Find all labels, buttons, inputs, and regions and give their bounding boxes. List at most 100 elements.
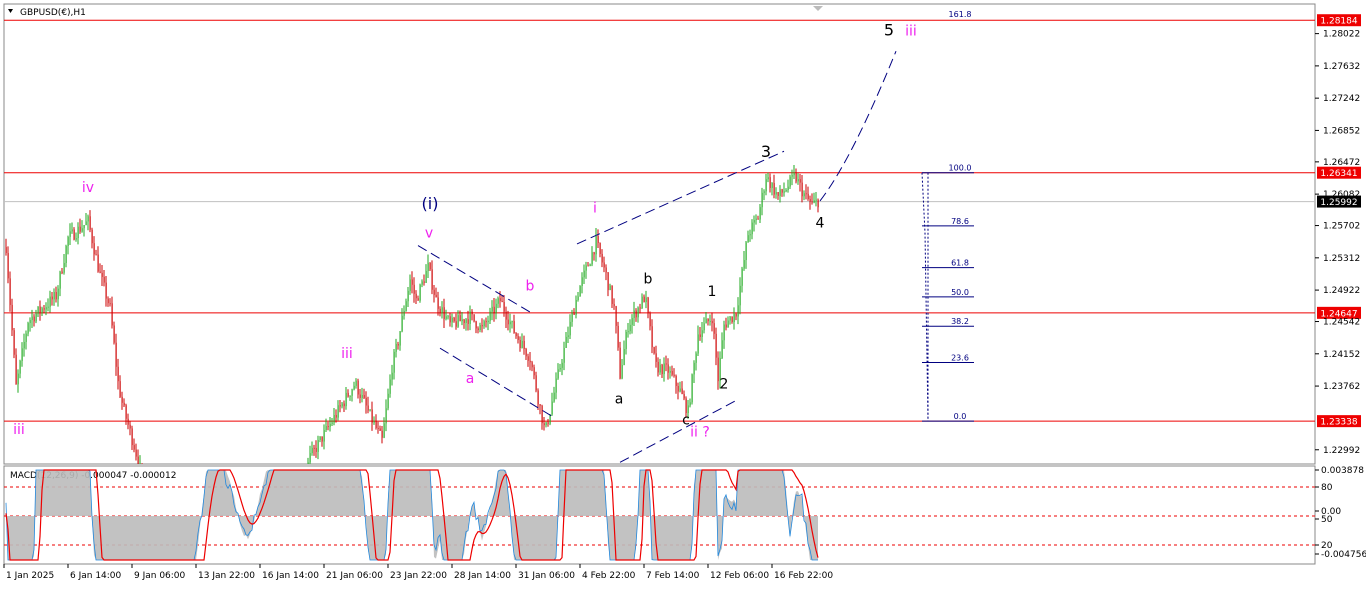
- time-axis-label: 16 Feb 22:00: [774, 571, 833, 581]
- chart-window[interactable]: GBPUSD(€),H1 MACD(12,26,9) -0.000047 -0.…: [0, 0, 1366, 588]
- candle-body: [791, 175, 793, 177]
- candle-body: [325, 426, 327, 431]
- candle-body: [815, 199, 817, 201]
- candle-body: [755, 218, 757, 221]
- candle-body: [509, 321, 511, 325]
- candle-body: [553, 392, 555, 402]
- candle-body: [697, 334, 699, 354]
- candle-body: [519, 339, 521, 349]
- macd-axis-label: 50: [1321, 515, 1333, 525]
- candle-body: [23, 341, 25, 349]
- candle-body: [357, 380, 359, 395]
- price-axis-label: 1.24542: [1323, 318, 1360, 328]
- candle-body: [709, 321, 711, 323]
- candle-body: [365, 397, 367, 406]
- candle-body: [27, 323, 29, 334]
- fib-level-label: 23.6: [951, 354, 969, 363]
- candle-body: [691, 374, 693, 403]
- wave-label: v: [425, 225, 433, 241]
- candle-body: [51, 296, 53, 300]
- candle-body: [333, 414, 335, 423]
- candle-body: [715, 333, 717, 358]
- candle-body: [401, 315, 403, 332]
- candle-body: [453, 317, 455, 322]
- candle-body: [125, 405, 127, 419]
- candle-body: [809, 199, 811, 202]
- candle-body: [39, 306, 41, 313]
- time-axis-label: 4 Feb 22:00: [582, 571, 636, 581]
- candle-body: [787, 186, 789, 191]
- candle-body: [485, 321, 487, 323]
- candle-body: [615, 306, 617, 326]
- candle-body: [801, 182, 803, 197]
- candle-body: [585, 265, 587, 271]
- candle-body: [415, 293, 417, 299]
- candle-body: [633, 310, 635, 318]
- candle-body: [331, 422, 333, 424]
- candle-body: [735, 313, 737, 317]
- candle-body: [517, 336, 519, 340]
- candle-body: [591, 252, 593, 265]
- candle-body: [317, 439, 319, 452]
- candle-body: [121, 396, 123, 403]
- candle-body: [77, 226, 79, 239]
- candle-body: [675, 375, 677, 386]
- candle-body: [741, 268, 743, 286]
- candle-body: [47, 306, 49, 308]
- candle-body: [651, 326, 653, 348]
- candle-body: [359, 394, 361, 398]
- macd-axis-label: 0.003878: [1321, 466, 1364, 476]
- candle-body: [487, 320, 489, 323]
- price-axis-label: 1.28022: [1323, 30, 1360, 40]
- candle-body: [389, 379, 391, 394]
- candle-body: [497, 298, 499, 304]
- candle-body: [99, 271, 101, 273]
- candle-body: [685, 398, 687, 414]
- candle-body: [431, 269, 433, 290]
- candle-body: [323, 430, 325, 442]
- wave-label: iv: [82, 180, 94, 196]
- candle-body: [7, 253, 9, 279]
- candle-body: [643, 296, 645, 303]
- macd-axis-label: 80: [1321, 483, 1333, 493]
- candle-body: [771, 183, 773, 188]
- chart-canvas[interactable]: GBPUSD(€),H1 MACD(12,26,9) -0.000047 -0.…: [0, 0, 1366, 588]
- candle-body: [789, 176, 791, 187]
- candle-body: [689, 402, 691, 406]
- wave-label: (i): [422, 194, 439, 213]
- candle-body: [53, 292, 55, 300]
- time-axis-label: 9 Jan 06:00: [134, 571, 186, 581]
- wave-label: iii: [341, 346, 353, 362]
- candle-body: [341, 403, 343, 407]
- candle-body: [779, 189, 781, 196]
- candle-body: [113, 325, 115, 343]
- candle-body: [455, 321, 457, 327]
- candle-body: [407, 290, 409, 302]
- candle-body: [387, 393, 389, 409]
- candle-body: [565, 336, 567, 348]
- candle-body: [399, 331, 401, 346]
- candle-body: [811, 201, 813, 203]
- candle-body: [723, 324, 725, 341]
- time-axis-label: 7 Feb 14:00: [646, 571, 700, 581]
- candle-body: [705, 318, 707, 324]
- candle-body: [701, 330, 703, 337]
- candle-body: [363, 395, 365, 398]
- price-axis-label: 1.27632: [1323, 62, 1360, 72]
- candle-body: [467, 319, 469, 324]
- candle-body: [595, 236, 597, 255]
- candle-body: [59, 271, 61, 289]
- candle-body: [81, 228, 83, 232]
- candle-body: [569, 321, 571, 336]
- candle-body: [477, 328, 479, 331]
- candle-body: [537, 390, 539, 405]
- candle-body: [721, 340, 723, 359]
- candle-body: [437, 297, 439, 309]
- candle-body: [763, 191, 765, 193]
- candle-body: [765, 179, 767, 192]
- candle-body: [87, 216, 89, 222]
- candle-body: [793, 173, 795, 176]
- candle-body: [489, 311, 491, 321]
- candle-body: [531, 362, 533, 368]
- candle-body: [5, 247, 7, 254]
